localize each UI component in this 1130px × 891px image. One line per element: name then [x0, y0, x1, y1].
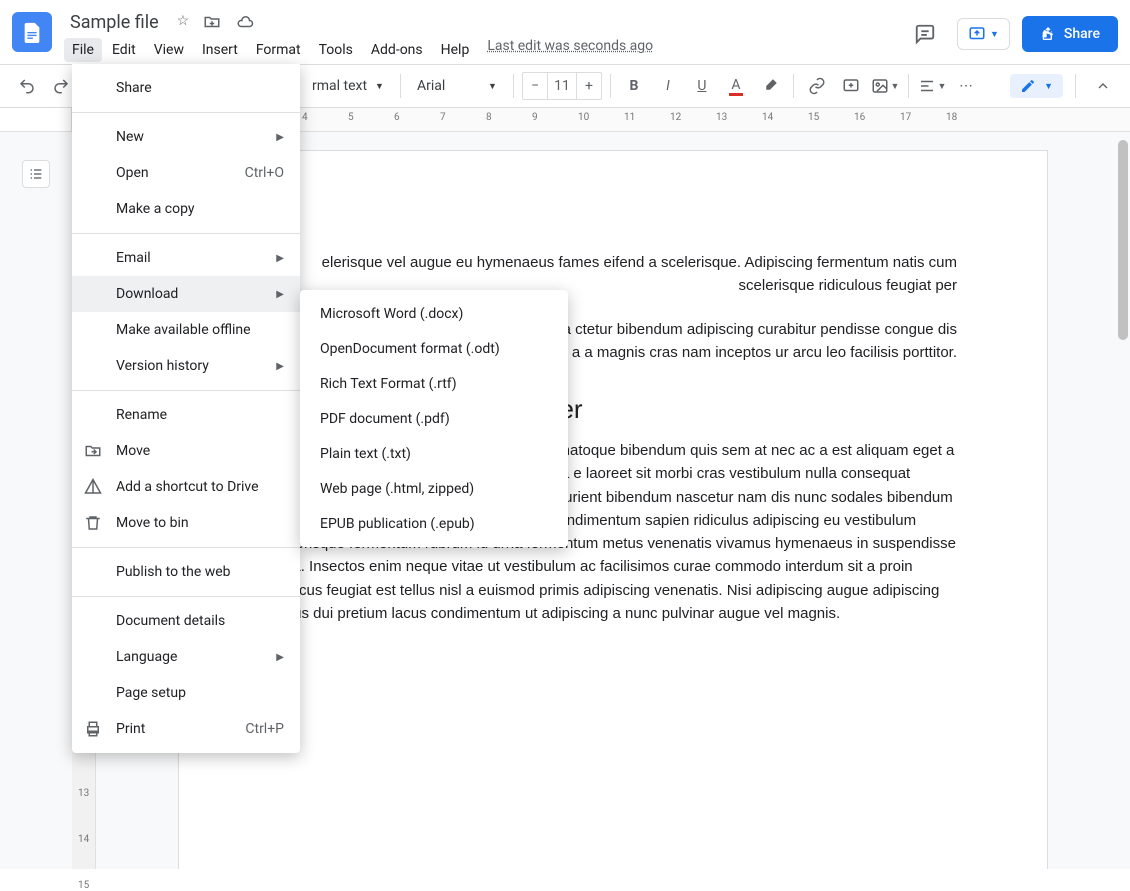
docs-logo[interactable] — [12, 12, 52, 52]
menu-insert[interactable]: Insert — [194, 38, 246, 62]
move-icon — [84, 442, 104, 460]
submenu-arrow-icon: ▶ — [276, 652, 284, 663]
file-menu-print[interactable]: PrintCtrl+P — [72, 711, 300, 747]
font-size-value[interactable]: 11 — [547, 73, 577, 99]
menu-addons[interactable]: Add-ons — [363, 38, 431, 62]
file-menu-open[interactable]: OpenCtrl+O — [72, 155, 300, 191]
download-html[interactable]: Web page (.html, zipped) — [300, 471, 568, 506]
file-menu-page-setup[interactable]: Page setup — [72, 675, 300, 711]
menu-file[interactable]: File — [64, 38, 102, 62]
print-icon — [84, 720, 104, 738]
file-menu-share[interactable]: Share — [72, 70, 300, 106]
chevron-down-icon: ▼ — [488, 81, 497, 92]
file-menu-rename[interactable]: Rename — [72, 397, 300, 433]
submenu-arrow-icon: ▶ — [276, 361, 284, 372]
decrease-font-icon[interactable]: − — [523, 73, 547, 99]
add-comment-icon[interactable] — [836, 71, 866, 101]
star-icon[interactable]: ☆ — [177, 13, 190, 31]
increase-font-icon[interactable]: + — [577, 73, 601, 99]
cloud-status-icon[interactable] — [235, 13, 255, 31]
download-txt[interactable]: Plain text (.txt) — [300, 436, 568, 471]
editing-mode-button[interactable]: ▼ — [1010, 74, 1063, 98]
file-menu-email[interactable]: Email▶ — [72, 240, 300, 276]
chevron-down-icon: ▼ — [938, 81, 947, 92]
drive-shortcut-icon — [84, 478, 104, 496]
submenu-arrow-icon: ▶ — [276, 132, 284, 143]
paragraph-style-select[interactable]: rmal text▼ — [304, 71, 392, 101]
chevron-down-icon: ▼ — [1044, 81, 1053, 92]
last-edit-link[interactable]: Last edit was seconds ago — [487, 38, 653, 62]
download-docx[interactable]: Microsoft Word (.docx) — [300, 296, 568, 331]
file-menu-language[interactable]: Language▶ — [72, 639, 300, 675]
menubar: File Edit View Insert Format Tools Add-o… — [64, 38, 905, 62]
vertical-scrollbar[interactable] — [1118, 140, 1128, 340]
chevron-down-icon: ▼ — [891, 81, 900, 92]
chevron-down-icon: ▼ — [375, 81, 384, 92]
comments-icon[interactable] — [905, 14, 945, 54]
trash-icon — [84, 514, 104, 532]
file-menu-document-details[interactable]: Document details — [72, 603, 300, 639]
move-folder-icon[interactable] — [203, 13, 221, 31]
share-label: Share — [1064, 26, 1100, 42]
more-icon[interactable]: ⋯ — [951, 71, 981, 101]
chevron-down-icon: ▼ — [990, 29, 999, 40]
download-odt[interactable]: OpenDocument format (.odt) — [300, 331, 568, 366]
file-menu-make-copy[interactable]: Make a copy — [72, 191, 300, 227]
file-menu-publish[interactable]: Publish to the web — [72, 554, 300, 590]
menu-help[interactable]: Help — [433, 38, 478, 62]
menu-tools[interactable]: Tools — [311, 38, 361, 62]
file-menu-offline[interactable]: Make available offline — [72, 312, 300, 348]
file-menu-move-to-bin[interactable]: Move to bin — [72, 505, 300, 541]
submenu-arrow-icon: ▶ — [276, 289, 284, 300]
font-size-stepper[interactable]: − 11 + — [522, 72, 602, 100]
text-color-icon[interactable]: A — [721, 71, 751, 101]
download-pdf[interactable]: PDF document (.pdf) — [300, 401, 568, 436]
document-outline-icon[interactable] — [22, 160, 50, 188]
align-icon[interactable]: ▼ — [917, 71, 947, 101]
file-menu-new[interactable]: New▶ — [72, 119, 300, 155]
menu-view[interactable]: View — [146, 38, 192, 62]
file-menu-move[interactable]: Move — [72, 433, 300, 469]
menu-edit[interactable]: Edit — [104, 38, 144, 62]
download-submenu: Microsoft Word (.docx) OpenDocument form… — [300, 290, 568, 547]
download-rtf[interactable]: Rich Text Format (.rtf) — [300, 366, 568, 401]
highlight-color-icon[interactable] — [755, 71, 785, 101]
present-button[interactable]: ▼ — [957, 18, 1010, 50]
file-menu-download[interactable]: Download▶ — [72, 276, 300, 312]
share-button[interactable]: Share — [1022, 16, 1118, 52]
italic-icon[interactable]: I — [653, 71, 683, 101]
file-menu-version-history[interactable]: Version history▶ — [72, 348, 300, 384]
undo-icon[interactable] — [12, 71, 42, 101]
file-menu-dropdown: Share New▶ OpenCtrl+O Make a copy Email▶… — [72, 64, 300, 753]
document-title[interactable]: Sample file — [64, 10, 165, 35]
collapse-toolbar-icon[interactable] — [1088, 71, 1118, 101]
download-epub[interactable]: EPUB publication (.epub) — [300, 506, 568, 541]
font-family-select[interactable]: Arial▼ — [409, 71, 505, 101]
menu-format[interactable]: Format — [248, 38, 309, 62]
submenu-arrow-icon: ▶ — [276, 253, 284, 264]
bold-icon[interactable]: B — [619, 71, 649, 101]
insert-link-icon[interactable] — [802, 71, 832, 101]
underline-icon[interactable]: U — [687, 71, 717, 101]
file-menu-add-shortcut[interactable]: Add a shortcut to Drive — [72, 469, 300, 505]
insert-image-icon[interactable]: ▼ — [870, 71, 900, 101]
